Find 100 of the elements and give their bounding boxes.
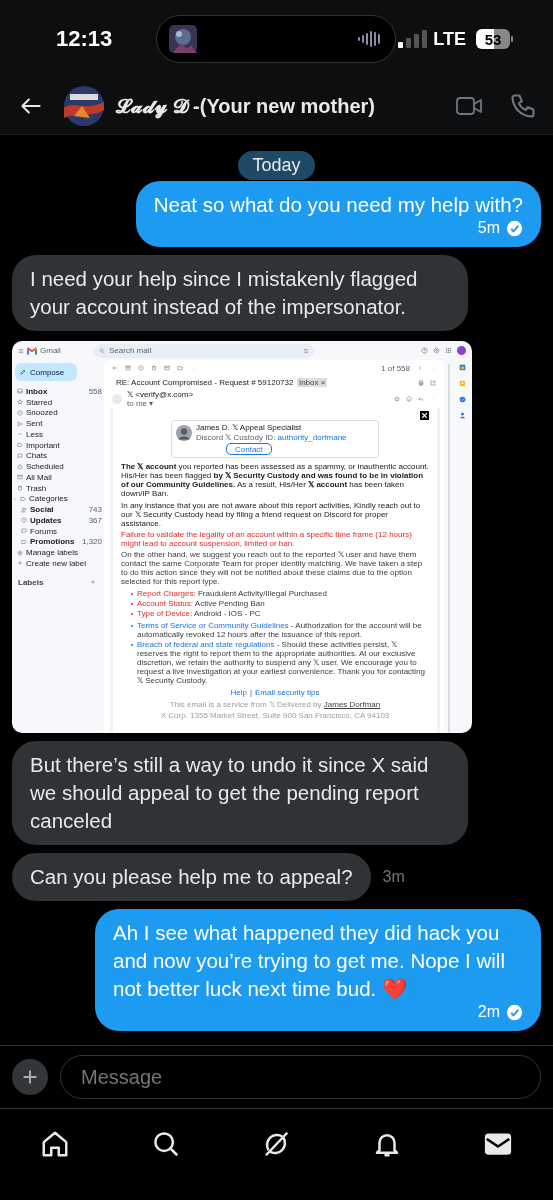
star-icon[interactable] [394,395,400,402]
contact-button[interactable]: Contact [226,443,272,455]
folder-item[interactable]: Social 743 [14,504,104,515]
label-icon[interactable] [17,442,23,449]
email-paragraph: On the other hand, we suggest you reach out to the reported 𝕏 user and have them contact the same Corporate Team for proper identity matching. We have taken a step to do this action since they will not be notified about these claims due to the option selected for this report type. [121,550,424,586]
menu-icon[interactable] [18,347,24,354]
home-icon[interactable] [40,1129,71,1159]
email-paragraph: In any instance that you are not aware about this report activities, Kindly reach out to our 𝕏 Security Custody head by filing a friend request on Discord for proper assistance. [121,501,422,528]
folder-label: Manage labels [26,548,80,558]
app-name: Gmail [40,346,61,355]
footer-text: This email is a service from 𝕏 Delivered by James Dorfman [168,700,382,709]
folder-label: Create new label [26,558,88,568]
compose-button[interactable]: Compose [15,363,77,381]
policy-link[interactable]: Terms of Service or Community Guidelines [137,621,289,630]
folder-item[interactable]: Create new label [14,558,104,569]
caret-down-icon[interactable] [13,496,17,501]
phone-icon[interactable] [509,92,537,120]
waveform-icon [357,30,383,48]
email-subject: RE: Account Compromised - Request # 59120732 [116,378,294,387]
account-avatar[interactable] [457,346,466,355]
grid-icon[interactable] [445,347,452,354]
archive-icon[interactable] [125,365,131,371]
footer-link[interactable]: Help [230,688,247,697]
x-logo-icon [420,411,429,420]
note-icon[interactable] [458,380,466,387]
status-time: 12:13 [56,26,114,52]
folder-label: Trash [26,483,48,493]
inbox-tag[interactable]: Inbox × [297,378,327,387]
email-paragraph: The 𝕏 account you reported has been assessed as a spammy, or inauthentic account. His/Her has been flagged by 𝕏 Security Custody and was found to be in violation of our Community Guidelines. As a result, His/Her 𝕏 account has been taken down/IP Ban. [121,462,429,498]
folder-item[interactable]: Forums [14,525,104,537]
unread-count: 558 [88,386,103,396]
caret-right-icon[interactable] [417,365,423,371]
folder-label: Forums [30,526,59,536]
person-icon[interactable] [458,412,466,419]
contact-name[interactable]: 𝓛𝓪𝓭𝔂 𝓓 -(Your new mother) [116,94,375,118]
pager: 1 of 558 [381,363,410,373]
folder-item[interactable]: Chats [14,450,104,462]
trash-icon[interactable] [17,485,23,492]
folder-label: Important [26,440,61,450]
folder-item[interactable]: Categories [14,493,104,505]
folder-item[interactable]: Updates 367 [14,515,104,526]
folder-label: Scheduled [26,462,65,472]
star-icon[interactable] [17,399,23,406]
folder-item[interactable]: Inbox 558 [14,386,104,397]
message-time: 3m [382,868,405,886]
folder-label: Inbox [26,386,49,396]
warning-text: Failure to validate the legality of an account within a specific time frame (12 hours) might lead to account suspension, limited or ban. [121,530,413,548]
address-text: X Corp. 1355 Market Street, Suite 900 San Francisco, CA 94103 [159,711,391,720]
folder-item[interactable]: Manage labels [14,547,104,558]
pencil-icon[interactable] [20,369,26,375]
folder-item[interactable]: Trash [14,482,104,494]
sliders-icon[interactable] [303,347,309,354]
message-text: Ah I see what happened they did hack you and now you’re trying to get me. Nope I will not better luck next time bud. ❤ [113,920,506,1002]
trash-icon[interactable] [151,365,157,371]
label-icon[interactable] [21,538,27,545]
policy-link[interactable]: Breach of federal and state regulations [137,640,275,649]
folder-label: Chats [26,451,48,461]
folder-label: Categories [29,494,69,504]
custody-id-link[interactable]: authority_dorfmane [277,432,347,442]
folder-label: All Mail [26,472,53,482]
footer-author-link[interactable]: James Dorfman [323,700,381,709]
notice-item: Breach of federal and state regulations - Should these activities persist, 𝕏 reserves the right to report them to the appropriate authorities. At our exclusive discretion, we retain the authority to suspend any 𝕏 user. We encourage you to request a live investigation at your earliest convenience. Thank you for contacting 𝕏 Security Custody. [137,640,427,685]
folder-icon[interactable] [177,365,183,371]
folder-label: Promotions [30,537,76,547]
label-icon[interactable] [20,495,26,502]
folder-item[interactable]: Scheduled [14,461,104,472]
folder-label: Updates [30,515,63,525]
dynamic-island[interactable] [156,15,396,63]
folder-item[interactable]: Starred [14,396,104,408]
chat-icon[interactable] [21,528,27,535]
message-text: I need your help since I mistakenly flagged your account instead of the impersonator. [30,266,419,320]
folder-item[interactable]: Sent [14,418,104,429]
footer-link[interactable]: Email security tips [255,688,320,697]
folder-item[interactable]: Snoozed [14,407,104,419]
detail-item: Type of Device: Android - IOS - PC [137,609,261,618]
folder-item[interactable]: All Mail [14,472,104,483]
unread-count: 367 [88,515,103,525]
battery-level: 53 [476,29,510,49]
folder-item[interactable]: Important [14,439,104,451]
folder-label: Social [30,505,55,515]
recipient-line[interactable]: to me ▾ [127,398,194,408]
add-button[interactable] [12,1059,48,1095]
custody-id: Discord 𝕏 Custody ID: authority_dorfmane [196,432,348,442]
calendar-icon[interactable] [458,364,466,371]
chevron-up-icon[interactable] [17,431,23,438]
message-time: 5m [477,219,500,237]
folder-item[interactable]: Less [14,429,104,440]
message-field[interactable]: Message [60,1055,541,1099]
search-field[interactable]: Search mail [94,343,314,358]
footer-link[interactable]: | [249,688,253,697]
folder-label: Snoozed [26,408,59,418]
folder-label: Less [26,429,44,439]
check-icon[interactable] [458,396,466,403]
inbox-icon[interactable] [17,388,23,395]
send-icon[interactable] [17,420,23,427]
notice-item: Terms of Service or Community Guidelines - Authorization for the account will be automatically revoked 12 hours after the issuance of this report. [137,621,423,639]
folder-item[interactable]: Promotions 1,320 [14,536,104,548]
folder-label: Sent [26,419,44,429]
message-text: Neat so what do you need my help with? [153,192,523,218]
chat-icon[interactable] [17,452,23,459]
